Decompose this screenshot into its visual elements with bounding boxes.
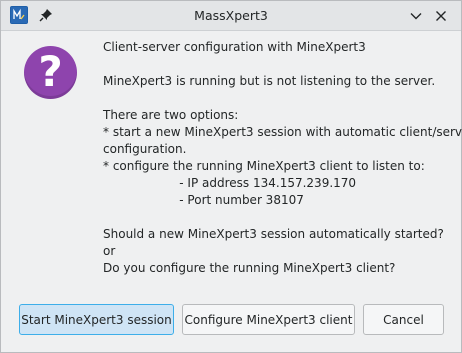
title-bar: MassXpert3 xyxy=(1,1,461,31)
close-icon[interactable] xyxy=(434,9,448,23)
message-area: Client-server configuration with MineXpe… xyxy=(103,39,462,277)
cancel-button[interactable]: Cancel xyxy=(363,304,444,335)
message-line: * start a new MineXpert3 session with au… xyxy=(103,125,462,139)
message-line xyxy=(103,209,451,226)
dialog-heading: Client-server configuration with MineXpe… xyxy=(103,40,366,54)
dialog-window: MassXpert3 ? Client-server configuration… xyxy=(0,0,462,353)
message-line: Do you configure the running MineXpert3 … xyxy=(103,261,396,275)
message-line: * configure the running MineXpert3 clien… xyxy=(103,159,425,173)
message-line: configuration. xyxy=(103,142,187,156)
chevron-down-icon[interactable] xyxy=(409,9,423,23)
message-line: MineXpert3 is running but is not listeni… xyxy=(103,74,436,88)
message-line: Should a new MineXpert3 session automati… xyxy=(103,227,444,241)
question-icon: ? xyxy=(24,46,77,99)
start-session-button[interactable]: Start MineXpert3 session xyxy=(19,304,174,335)
configure-client-button[interactable]: Configure MineXpert3 client xyxy=(182,304,355,335)
message-line: or xyxy=(103,244,116,258)
window-title: MassXpert3 xyxy=(194,8,268,23)
message-line: - Port number 38107 xyxy=(103,193,304,207)
message-line xyxy=(103,90,451,107)
message-line: - IP address 134.157.239.170 xyxy=(103,176,357,190)
message-line: There are two options: xyxy=(103,108,239,122)
